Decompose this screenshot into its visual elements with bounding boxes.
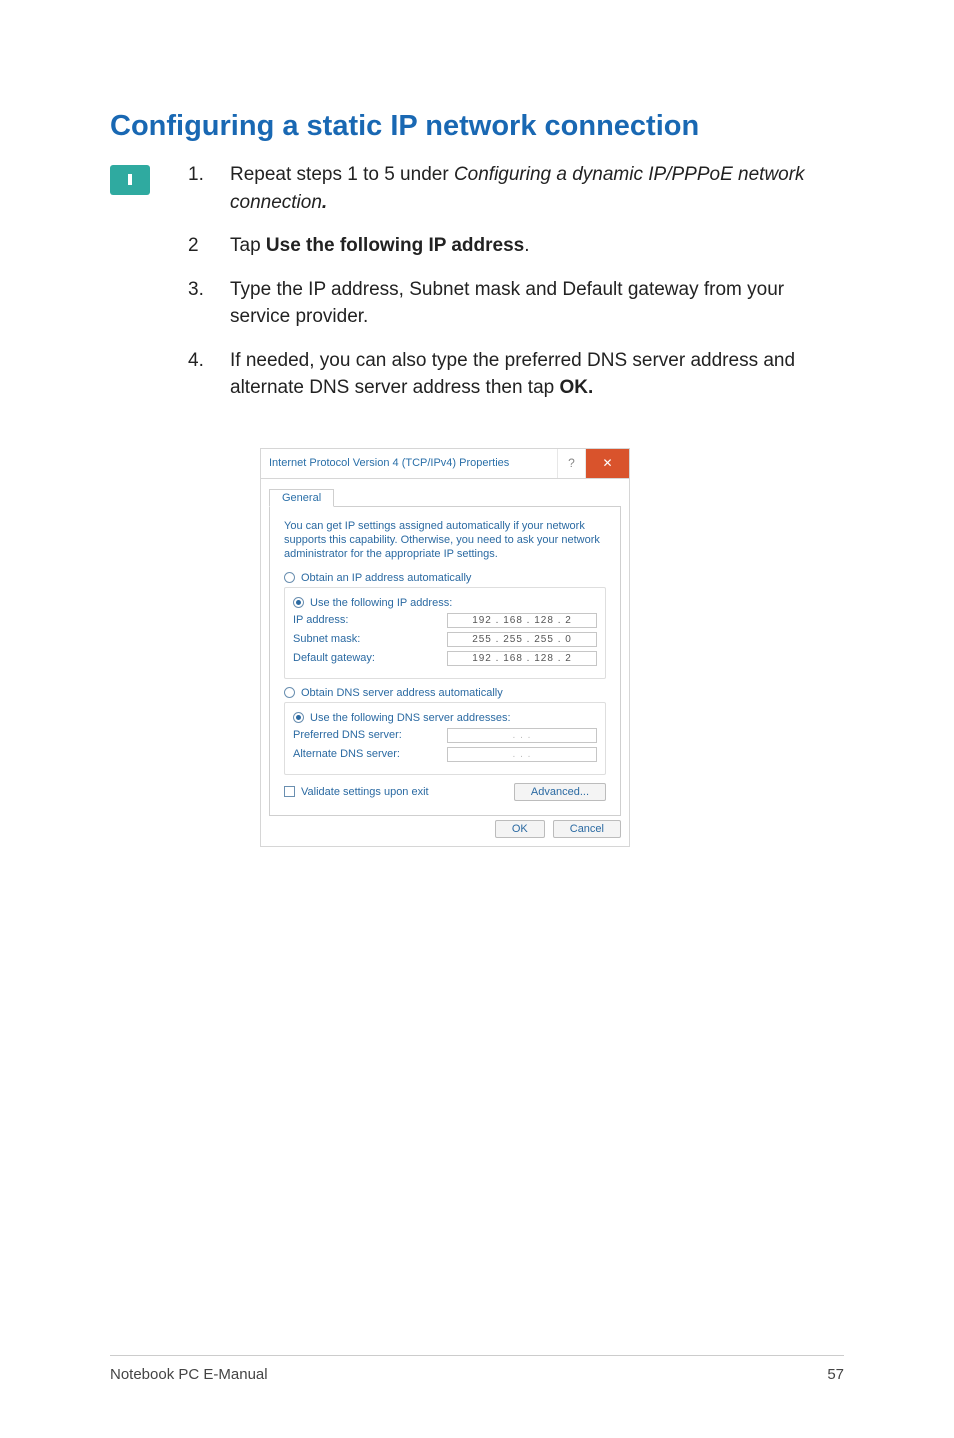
advanced-button[interactable]: Advanced... [514, 783, 606, 801]
preferred-dns-input[interactable]: . . . [447, 728, 597, 743]
validate-checkbox-row[interactable]: Validate settings upon exit [284, 786, 429, 798]
step-4: 4. If needed, you can also type the pref… [188, 347, 844, 402]
radio-label: Use the following DNS server addresses: [310, 712, 511, 724]
ip-address-input[interactable]: 192 . 168 . 128 . 2 [447, 613, 597, 628]
subnet-mask-label: Subnet mask: [293, 633, 360, 645]
alternate-dns-label: Alternate DNS server: [293, 748, 400, 760]
page-number: 57 [827, 1366, 844, 1383]
radio-icon [284, 687, 295, 698]
ipv4-properties-dialog-screenshot: Internet Protocol Version 4 (TCP/IPv4) P… [260, 448, 630, 847]
step-number: 3. [188, 276, 230, 331]
ok-button[interactable]: OK [495, 820, 545, 838]
page-footer: Notebook PC E-Manual 57 [110, 1355, 844, 1383]
dialog-body: General You can get IP settings assigned… [260, 478, 630, 847]
dialog-description: You can get IP settings assigned automat… [284, 519, 606, 562]
step-text: Repeat steps 1 to 5 under Configuring a … [230, 161, 844, 216]
step-text: Type the IP address, Subnet mask and Def… [230, 276, 844, 331]
period-bold: . [322, 192, 327, 213]
radio-icon [293, 597, 304, 608]
ip-fields-group: Use the following IP address: IP address… [284, 587, 606, 679]
radio-icon [293, 712, 304, 723]
instruction-list: 1. Repeat steps 1 to 5 under Configuring… [188, 161, 844, 418]
step-number: 4. [188, 347, 230, 402]
radio-obtain-ip-auto[interactable]: Obtain an IP address automatically [284, 572, 606, 584]
step-number: 2 [188, 232, 230, 260]
step-3: 3. Type the IP address, Subnet mask and … [188, 276, 844, 331]
close-icon[interactable]: ✕ [585, 449, 629, 478]
ip-address-label: IP address: [293, 614, 348, 626]
cancel-button[interactable]: Cancel [553, 820, 621, 838]
step-number: 1. [188, 161, 230, 216]
radio-label: Use the following IP address: [310, 597, 452, 609]
radio-use-ip-manual[interactable]: Use the following IP address: [293, 597, 597, 609]
dialog-titlebar: Internet Protocol Version 4 (TCP/IPv4) P… [260, 448, 630, 478]
touch-gesture-icon [110, 165, 150, 195]
step-text: Tap Use the following IP address. [230, 232, 844, 260]
help-icon[interactable]: ? [557, 449, 585, 478]
alternate-dns-input[interactable]: . . . [447, 747, 597, 762]
dialog-title: Internet Protocol Version 4 (TCP/IPv4) P… [269, 457, 509, 469]
tab-panel-general: You can get IP settings assigned automat… [269, 506, 621, 816]
radio-label: Obtain an IP address automatically [301, 572, 471, 584]
text-fragment: Repeat steps 1 to 5 under [230, 164, 454, 185]
default-gateway-input[interactable]: 192 . 168 . 128 . 2 [447, 651, 597, 666]
preferred-dns-label: Preferred DNS server: [293, 729, 402, 741]
dns-fields-group: Use the following DNS server addresses: … [284, 702, 606, 775]
step-text: If needed, you can also type the preferr… [230, 347, 844, 402]
radio-label: Obtain DNS server address automatically [301, 687, 503, 699]
step-2: 2 Tap Use the following IP address. [188, 232, 844, 260]
default-gateway-label: Default gateway: [293, 652, 375, 664]
step-1: 1. Repeat steps 1 to 5 under Configuring… [188, 161, 844, 216]
ui-label-bold: OK. [560, 377, 594, 398]
section-heading: Configuring a static IP network connecti… [110, 110, 844, 143]
footer-title: Notebook PC E-Manual [110, 1366, 268, 1383]
tab-general[interactable]: General [269, 489, 334, 507]
radio-use-dns-manual[interactable]: Use the following DNS server addresses: [293, 712, 597, 724]
ui-label-bold: Use the following IP address [266, 235, 524, 256]
radio-icon [284, 572, 295, 583]
checkbox-icon [284, 786, 295, 797]
checkbox-label: Validate settings upon exit [301, 786, 429, 798]
text-fragment: If needed, you can also type the preferr… [230, 350, 795, 399]
text-fragment: Tap [230, 235, 266, 256]
radio-obtain-dns-auto[interactable]: Obtain DNS server address automatically [284, 687, 606, 699]
subnet-mask-input[interactable]: 255 . 255 . 255 . 0 [447, 632, 597, 647]
text-fragment: . [524, 235, 529, 256]
